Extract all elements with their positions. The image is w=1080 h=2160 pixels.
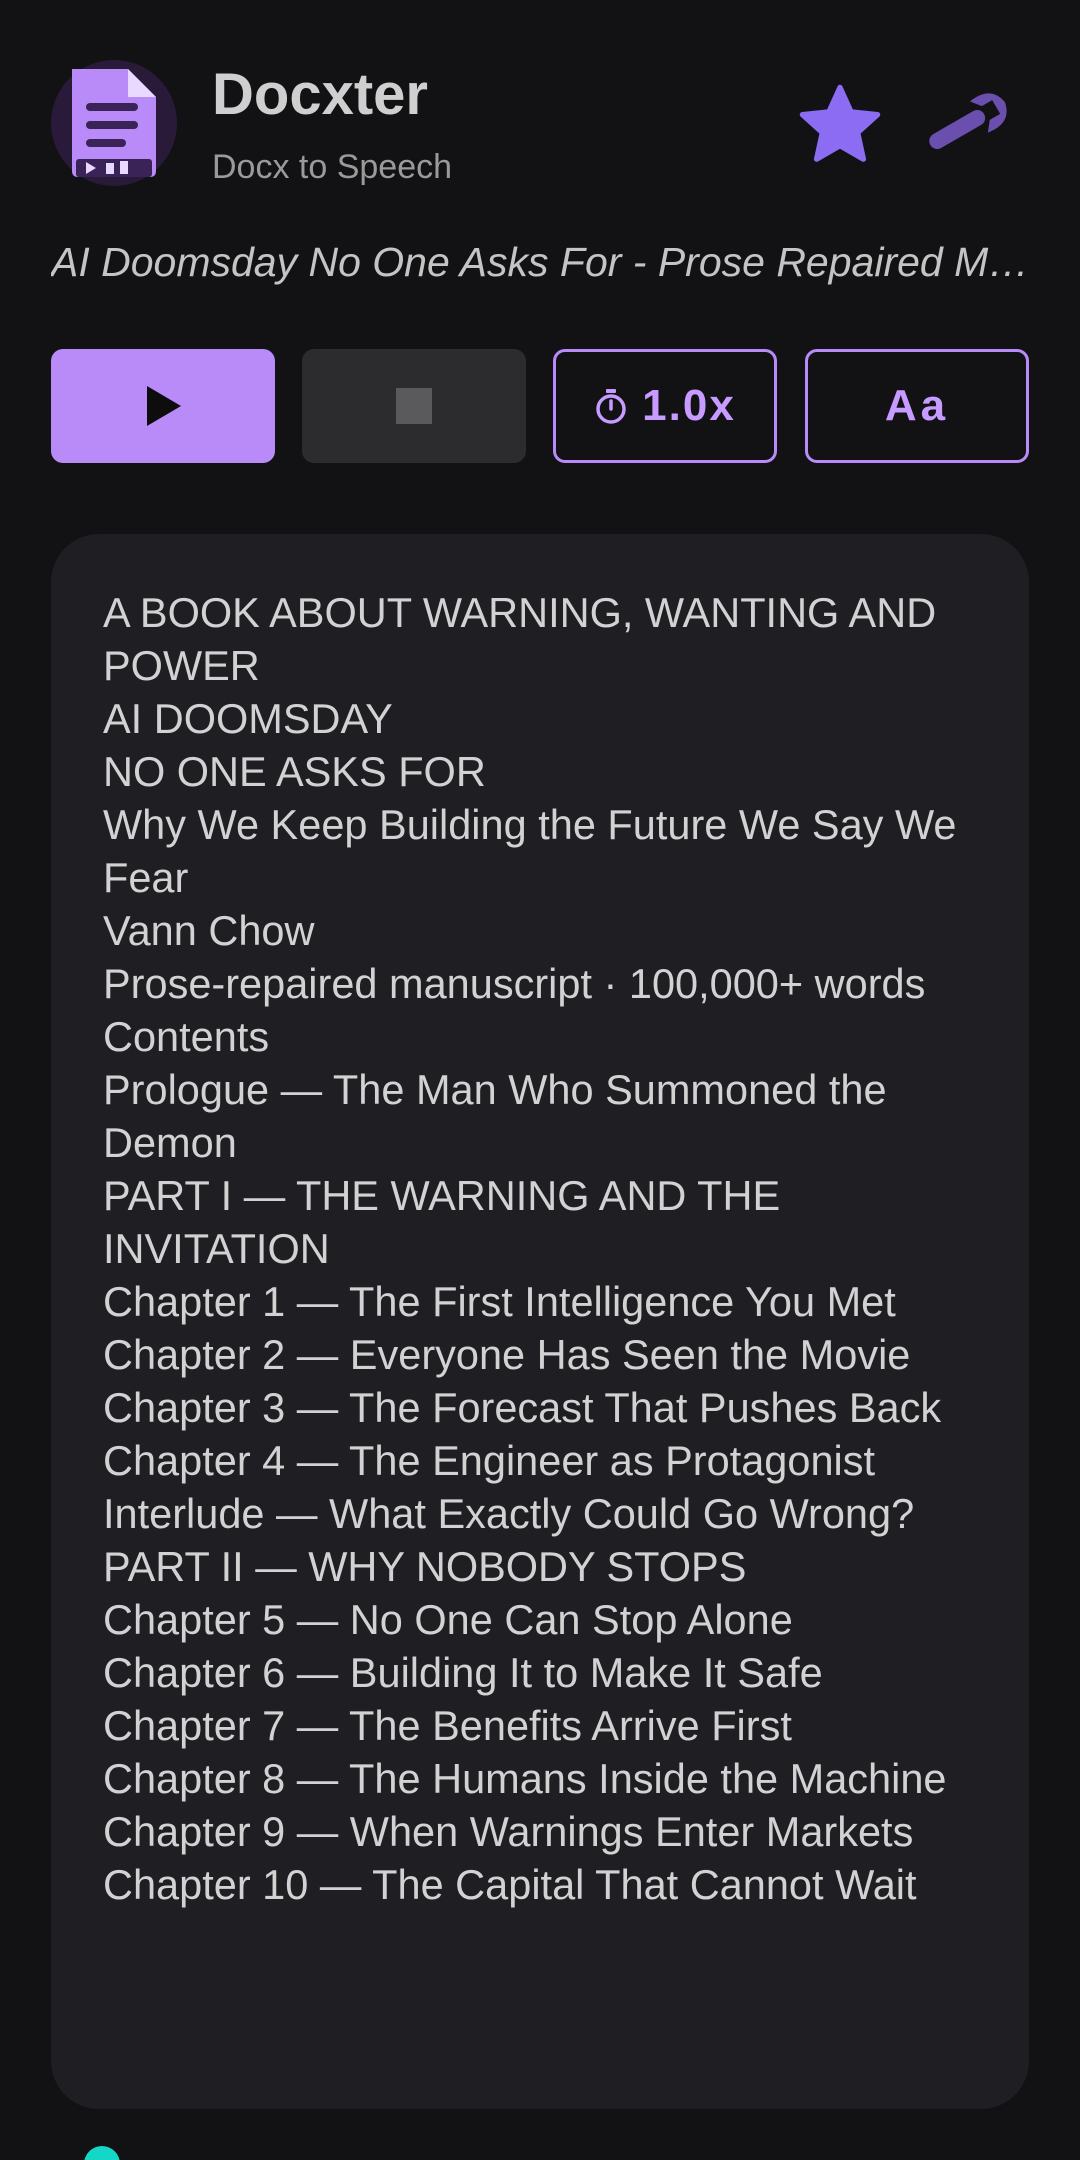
app-header: Docxter Docx to Speech [51,58,1031,193]
star-icon [799,84,881,162]
app-subtitle: Docx to Speech [212,148,453,186]
text-line: Vann Chow [103,907,315,954]
text-line: Chapter 3 — The Forecast That Pushes Bac… [103,1384,942,1431]
text-line: Chapter 1 — The First Intelligence You M… [103,1278,896,1325]
progress-indicator-dot[interactable] [84,2146,120,2160]
text-line: A BOOK ABOUT WARNING, WANTING AND POWER [103,589,937,689]
favorite-button[interactable] [793,78,887,172]
stop-button[interactable] [302,349,526,463]
text-line: PART II — WHY NOBODY STOPS [103,1543,747,1590]
text-line: NO ONE ASKS FOR [103,748,486,795]
document-text: A BOOK ABOUT WARNING, WANTING AND POWER A… [103,586,993,1990]
text-line: Interlude — What Exactly Could Go Wrong? [103,1490,915,1537]
stop-icon [396,388,432,424]
font-size-button[interactable]: Aa [805,349,1029,463]
text-line: PART I — THE WARNING AND THE INVITATION [103,1172,781,1272]
text-line: Prologue — The Man Who Summoned the Demo… [103,1066,887,1166]
text-line: Why We Keep Building the Future We Say W… [103,801,957,901]
play-icon [147,386,181,426]
text-line: Prose-repaired manuscript · 100,000+ wor… [103,960,926,1007]
text-line: Chapter 5 — No One Can Stop Alone [103,1596,793,1643]
text-line: Chapter 8 — The Humans Inside the Machin… [103,1755,947,1802]
speed-button[interactable]: 1.0x [553,349,777,463]
document-text-panel[interactable]: A BOOK ABOUT WARNING, WANTING AND POWER A… [51,534,1029,2109]
wrench-icon [929,93,1007,149]
text-line: Chapter 2 — Everyone Has Seen the Movie [103,1331,911,1378]
font-label: Aa [884,381,950,430]
document-speech-icon [51,60,177,186]
app-name: Docxter [212,62,428,127]
document-title: AI Doomsday No One Asks For - Prose Repa… [51,239,1031,285]
text-line: Chapter 10 — The Capital That Cannot Wai… [103,1861,917,1908]
playback-controls: 1.0x Aa [51,349,1029,465]
text-line: Chapter 4 — The Engineer as Protagonist [103,1437,876,1484]
play-button[interactable] [51,349,275,463]
speed-label: 1.0x [642,381,736,430]
text-line: Chapter 9 — When Warnings Enter Markets [103,1808,914,1855]
timer-icon [594,388,628,424]
text-line: AI DOOMSDAY [103,695,393,742]
text-line: Chapter 7 — The Benefits Arrive First [103,1702,792,1749]
settings-button[interactable] [913,80,1017,170]
text-line: Chapter 6 — Building It to Make It Safe [103,1649,823,1696]
text-line: Contents [103,1013,270,1060]
app-screen: Docxter Docx to Speech AI Doomsday No On… [0,0,1080,2160]
